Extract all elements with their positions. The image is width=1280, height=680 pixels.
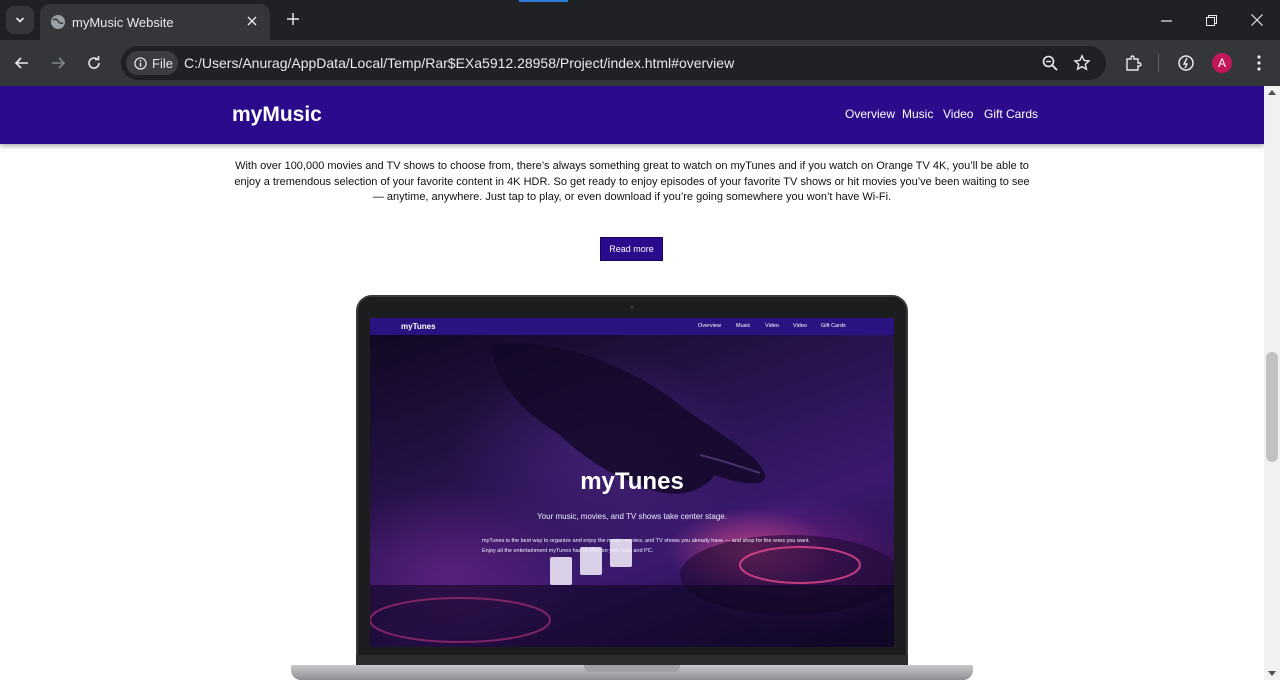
puzzle-icon bbox=[1126, 55, 1142, 71]
site-info-button[interactable]: File bbox=[126, 51, 178, 75]
reload-icon bbox=[88, 56, 100, 69]
tab-strip-accent bbox=[519, 0, 568, 2]
profile-avatar[interactable]: A bbox=[1212, 53, 1232, 73]
inner-nav-music: Music bbox=[736, 323, 751, 329]
chevron-down-icon bbox=[15, 17, 25, 23]
tab-search-button[interactable] bbox=[6, 6, 34, 34]
nav-link-music[interactable]: Music bbox=[902, 107, 933, 121]
minimize-icon bbox=[1160, 19, 1172, 22]
inner-nav-overview: Overview bbox=[698, 323, 721, 329]
forward-button[interactable] bbox=[45, 50, 71, 76]
back-button[interactable] bbox=[9, 50, 35, 76]
minimize-window-button[interactable] bbox=[1151, 6, 1181, 34]
overview-paragraph: With over 100,000 movies and TV shows to… bbox=[234, 160, 1030, 203]
more-vertical-icon bbox=[1257, 55, 1261, 71]
close-window-button[interactable] bbox=[1242, 6, 1272, 34]
laptop-mockup: myTunes Your music, movies, and TV shows… bbox=[356, 295, 908, 667]
speed-icon bbox=[1178, 55, 1194, 71]
new-tab-button[interactable] bbox=[282, 8, 304, 30]
address-bar[interactable]: File C:/Users/Anurag/AppData/Local/Temp/… bbox=[121, 46, 1106, 80]
browser-menu-button[interactable] bbox=[1248, 52, 1270, 74]
info-icon bbox=[134, 56, 147, 70]
browser-tab-bar: myMusic Website bbox=[0, 0, 1280, 40]
extensions-button[interactable] bbox=[1122, 52, 1144, 74]
restore-icon bbox=[1205, 14, 1217, 26]
globe-icon bbox=[51, 15, 65, 29]
page-viewport: myMusic Overview Music Video Gift Cards … bbox=[0, 86, 1264, 680]
laptop-notch bbox=[584, 665, 680, 672]
site-brand[interactable]: myMusic bbox=[232, 103, 322, 127]
restore-window-button[interactable] bbox=[1196, 6, 1226, 34]
inner-nav-gift-cards: Gift Cards bbox=[821, 323, 846, 329]
zoom-icon[interactable] bbox=[1041, 54, 1059, 72]
performance-button[interactable] bbox=[1175, 52, 1197, 74]
laptop-camera bbox=[630, 305, 634, 309]
close-icon bbox=[1251, 14, 1263, 26]
scrollbar-thumb[interactable] bbox=[1266, 352, 1278, 462]
nav-link-video[interactable]: Video bbox=[943, 107, 973, 121]
nav-link-overview[interactable]: Overview bbox=[845, 107, 895, 121]
hero-subtitle: Your music, movies, and TV shows take ce… bbox=[537, 512, 727, 521]
site-navbar: myMusic Overview Music Video Gift Cards bbox=[0, 86, 1264, 144]
inner-brand: myTunes bbox=[401, 322, 436, 331]
laptop-screen: myTunes Your music, movies, and TV shows… bbox=[370, 318, 894, 647]
toolbar-separator bbox=[1158, 54, 1159, 72]
hero-body-text: myTunes is the best way to organize and … bbox=[482, 538, 811, 554]
plus-icon bbox=[287, 13, 299, 25]
read-more-button[interactable]: Read more bbox=[600, 237, 663, 261]
arrow-left-icon bbox=[14, 57, 28, 69]
nav-link-gift-cards[interactable]: Gift Cards bbox=[984, 107, 1038, 121]
site-info-label: File bbox=[152, 55, 173, 71]
inner-nav-video: Video bbox=[765, 323, 779, 329]
page-scrollbar[interactable] bbox=[1264, 86, 1280, 680]
scroll-up-arrow-icon[interactable] bbox=[1268, 90, 1276, 95]
hero-title: myTunes bbox=[580, 468, 684, 495]
hero-background-image: myTunes Your music, movies, and TV shows… bbox=[370, 335, 894, 647]
scroll-down-arrow-icon[interactable] bbox=[1268, 671, 1276, 676]
inner-site-navbar: myTunes Overview Music Video Video Gift … bbox=[370, 318, 894, 335]
arrow-right-icon bbox=[52, 57, 66, 69]
url-text[interactable]: C:/Users/Anurag/AppData/Local/Temp/Rar$E… bbox=[184, 55, 734, 71]
browser-tab-active[interactable]: myMusic Website bbox=[40, 4, 270, 40]
close-tab-button[interactable] bbox=[242, 11, 262, 31]
tab-title: myMusic Website bbox=[72, 15, 174, 30]
close-icon bbox=[247, 16, 257, 26]
inner-nav-video-2: Video bbox=[793, 323, 807, 329]
reload-button[interactable] bbox=[81, 50, 107, 76]
bookmark-star-icon[interactable] bbox=[1073, 54, 1091, 72]
browser-toolbar: File C:/Users/Anurag/AppData/Local/Temp/… bbox=[0, 40, 1280, 86]
